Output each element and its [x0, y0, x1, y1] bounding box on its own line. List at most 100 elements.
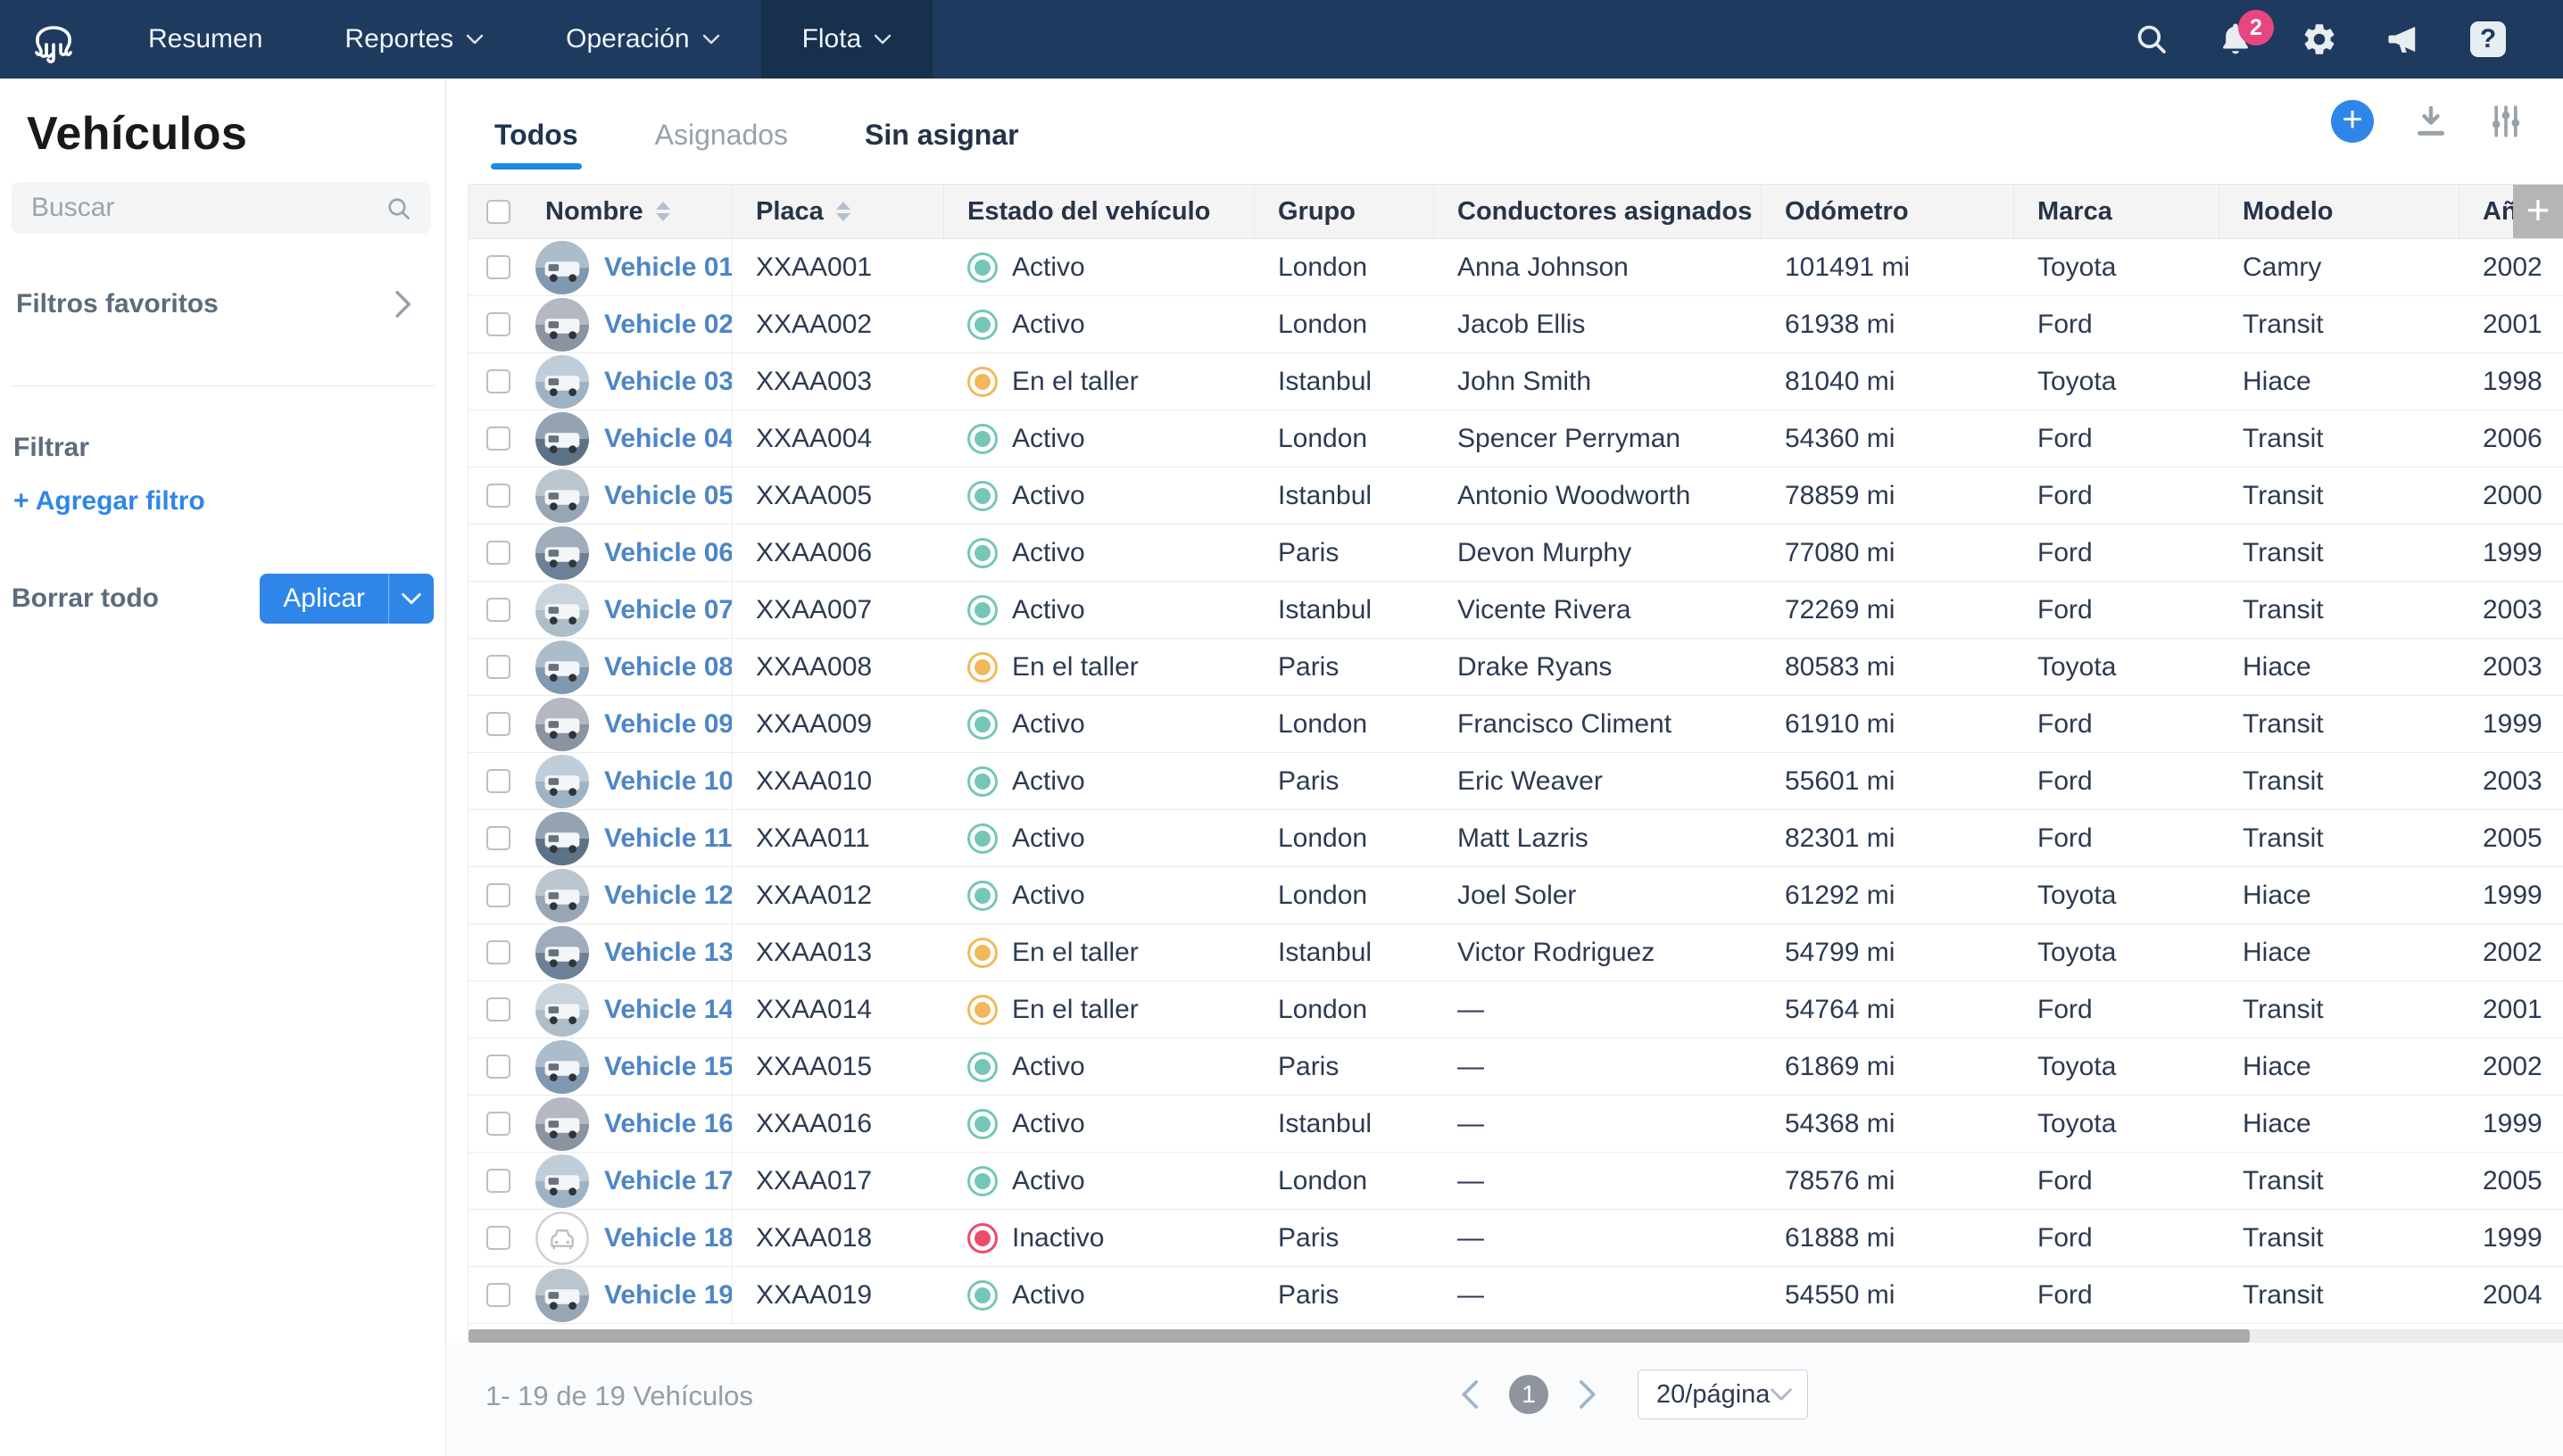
name-cell: Vehicle 13 [522, 924, 733, 980]
help-icon[interactable]: ? [2470, 21, 2506, 57]
vehicle-name-link[interactable]: Vehicle 08 [604, 652, 733, 682]
table-row[interactable]: Vehicle 19XXAA019ActivoParis—54550 miFor… [469, 1267, 2563, 1324]
status-cell: Activo [944, 1153, 1255, 1209]
vehicle-name-link[interactable]: Vehicle 13 [604, 938, 733, 968]
odometer-cell: 82301 mi [1762, 810, 2014, 866]
next-page-button[interactable] [1575, 1379, 1598, 1410]
row-checkbox[interactable] [486, 1169, 510, 1193]
row-checkbox[interactable] [486, 883, 510, 907]
tab-todos[interactable]: Todos [494, 119, 578, 157]
sort-icon[interactable] [656, 202, 670, 221]
sort-icon[interactable] [836, 202, 850, 221]
table-row[interactable]: Vehicle 11XXAA011ActivoLondonMatt Lazris… [469, 810, 2563, 867]
vehicle-name-link[interactable]: Vehicle 16 [604, 1109, 733, 1139]
add-filter-button[interactable]: + Agregar filtro [13, 486, 445, 517]
row-checkbox[interactable] [486, 1226, 510, 1250]
nav-item-resumen[interactable]: Resumen [107, 0, 303, 79]
announcements-icon[interactable] [2385, 21, 2424, 58]
table-toolbar: + [2331, 100, 2524, 143]
column-settings-icon[interactable] [2488, 103, 2524, 139]
table-row[interactable]: Vehicle 13XXAA013En el tallerIstanbulVic… [469, 924, 2563, 981]
vehicle-name-link[interactable]: Vehicle 09 [604, 709, 733, 740]
row-checkbox[interactable] [486, 769, 510, 793]
table-row[interactable]: Vehicle 01XXAA001ActivoLondonAnna Johnso… [469, 239, 2563, 296]
add-column-button[interactable]: + [2513, 185, 2563, 238]
vehicle-name-link[interactable]: Vehicle 17 [604, 1166, 733, 1196]
add-vehicle-button[interactable]: + [2331, 100, 2374, 143]
notifications-icon[interactable]: 2 [2217, 21, 2254, 58]
row-checkbox[interactable] [486, 940, 510, 964]
prev-page-button[interactable] [1459, 1379, 1482, 1410]
row-checkbox[interactable] [486, 826, 510, 850]
table-row[interactable]: Vehicle 15XXAA015ActivoParis—61869 miToy… [469, 1038, 2563, 1096]
row-checkbox[interactable] [486, 1112, 510, 1136]
row-checkbox[interactable] [486, 598, 510, 622]
page-size-select[interactable]: 20/página [1638, 1369, 1808, 1419]
vehicle-name-link[interactable]: Vehicle 04 [604, 424, 733, 454]
vehicle-name-link[interactable]: Vehicle 05 [604, 481, 733, 511]
vehicle-name-link[interactable]: Vehicle 01 [604, 252, 733, 283]
vehicle-photo [535, 411, 590, 467]
table-row[interactable]: Vehicle 10XXAA010ActivoParisEric Weaver5… [469, 753, 2563, 810]
row-checkbox[interactable] [486, 1283, 510, 1307]
group-cell: Istanbul [1255, 582, 1434, 638]
apply-dropdown-button[interactable] [388, 574, 434, 624]
page-1-button[interactable]: 1 [1509, 1375, 1548, 1414]
status-dot [967, 1280, 998, 1311]
vehicle-name-link[interactable]: Vehicle 15 [604, 1052, 733, 1082]
table-row[interactable]: Vehicle 02XXAA002ActivoLondonJacob Ellis… [469, 296, 2563, 353]
table-row[interactable]: Vehicle 16XXAA016ActivoIstanbul—54368 mi… [469, 1096, 2563, 1153]
clear-all-button[interactable]: Borrar todo [12, 583, 159, 614]
vehicle-name-link[interactable]: Vehicle 03 [604, 367, 733, 397]
export-download-icon[interactable] [2413, 103, 2449, 139]
vehicle-name-link[interactable]: Vehicle 07 [604, 595, 733, 625]
nav-item-operacion[interactable]: Operación [525, 0, 760, 79]
table-row[interactable]: Vehicle 18XXAA018InactivoParis—61888 miF… [469, 1210, 2563, 1267]
row-checkbox[interactable] [486, 1055, 510, 1079]
row-checkbox[interactable] [486, 655, 510, 679]
vehicle-name-link[interactable]: Vehicle 18 [604, 1223, 733, 1253]
row-checkbox[interactable] [486, 997, 510, 1022]
tab-sin-asignar[interactable]: Sin asignar [865, 119, 1019, 157]
row-checkbox[interactable] [486, 312, 510, 336]
search-input[interactable] [12, 182, 431, 234]
horizontal-scrollbar-thumb[interactable] [469, 1329, 2250, 1343]
vehicle-name-link[interactable]: Vehicle 12 [604, 881, 733, 911]
nav-item-flota[interactable]: Flota [761, 0, 933, 79]
table-row[interactable]: Vehicle 07XXAA007ActivoIstanbulVicente R… [469, 582, 2563, 639]
vehicle-name-link[interactable]: Vehicle 02 [604, 310, 733, 340]
column-header-plate[interactable]: Placa [733, 185, 944, 238]
apply-button[interactable]: Aplicar [260, 574, 388, 624]
table-row[interactable]: Vehicle 17XXAA017ActivoLondon—78576 miFo… [469, 1153, 2563, 1210]
group-cell: Paris [1255, 1210, 1434, 1266]
column-header-name[interactable]: Nombre [522, 185, 733, 238]
model-cell: Camry [2219, 239, 2459, 295]
favorite-filters-row[interactable]: Filtros favoritos [16, 289, 413, 319]
settings-icon[interactable] [2301, 21, 2338, 58]
nav-item-reportes[interactable]: Reportes [303, 0, 525, 79]
tab-asignados[interactable]: Asignados [655, 119, 788, 157]
vehicle-name-link[interactable]: Vehicle 19 [604, 1280, 733, 1311]
vehicle-name-link[interactable]: Vehicle 06 [604, 538, 733, 568]
row-checkbox[interactable] [486, 255, 510, 279]
search-icon[interactable] [2133, 21, 2170, 58]
row-checkbox[interactable] [486, 541, 510, 565]
vehicle-name-link[interactable]: Vehicle 11 [604, 823, 732, 854]
odometer-cell: 61292 mi [1762, 867, 2014, 923]
table-row[interactable]: Vehicle 14XXAA014En el tallerLondon—5476… [469, 981, 2563, 1038]
table-row[interactable]: Vehicle 09XXAA009ActivoLondonFrancisco C… [469, 696, 2563, 753]
table-row[interactable]: Vehicle 05XXAA005ActivoIstanbulAntonio W… [469, 467, 2563, 525]
table-row[interactable]: Vehicle 04XXAA004ActivoLondonSpencer Per… [469, 410, 2563, 467]
row-checkbox[interactable] [486, 369, 510, 393]
table-row[interactable]: Vehicle 03XXAA003En el tallerIstanbulJoh… [469, 353, 2563, 410]
table-row[interactable]: Vehicle 08XXAA008En el tallerParisDrake … [469, 639, 2563, 696]
row-checkbox[interactable] [486, 484, 510, 508]
table-row[interactable]: Vehicle 06XXAA006ActivoParisDevon Murphy… [469, 525, 2563, 582]
table-row[interactable]: Vehicle 12XXAA012ActivoLondonJoel Soler6… [469, 867, 2563, 924]
row-checkbox[interactable] [486, 712, 510, 736]
jellyfish-logo[interactable] [0, 0, 107, 79]
row-checkbox[interactable] [486, 426, 510, 451]
vehicle-name-link[interactable]: Vehicle 14 [604, 995, 733, 1025]
select-all-checkbox[interactable] [486, 200, 510, 224]
vehicle-name-link[interactable]: Vehicle 10 [604, 766, 733, 797]
